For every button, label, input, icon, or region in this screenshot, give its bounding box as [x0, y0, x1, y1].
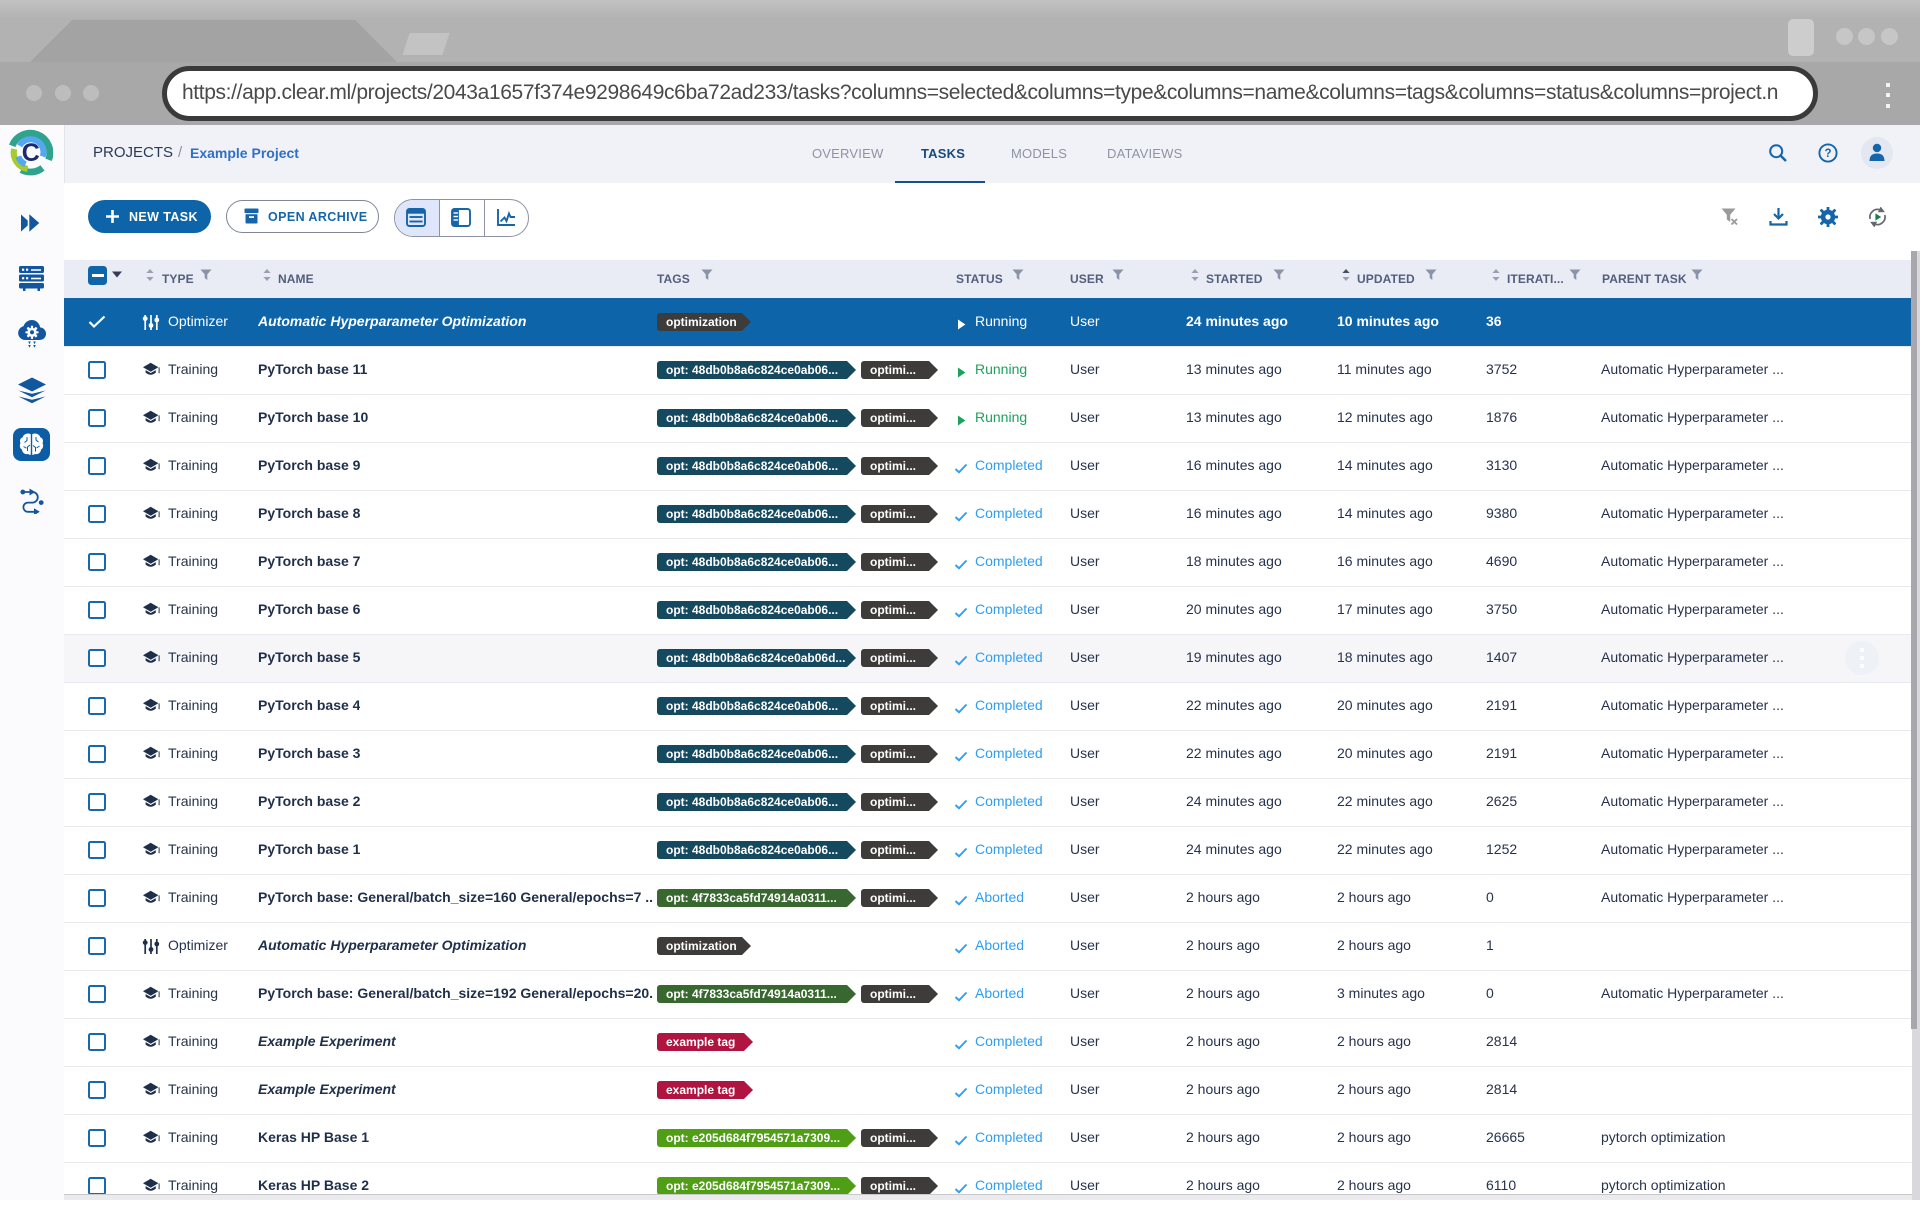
svg-text:C: C — [22, 139, 40, 167]
svg-text:?: ? — [1824, 148, 1831, 160]
